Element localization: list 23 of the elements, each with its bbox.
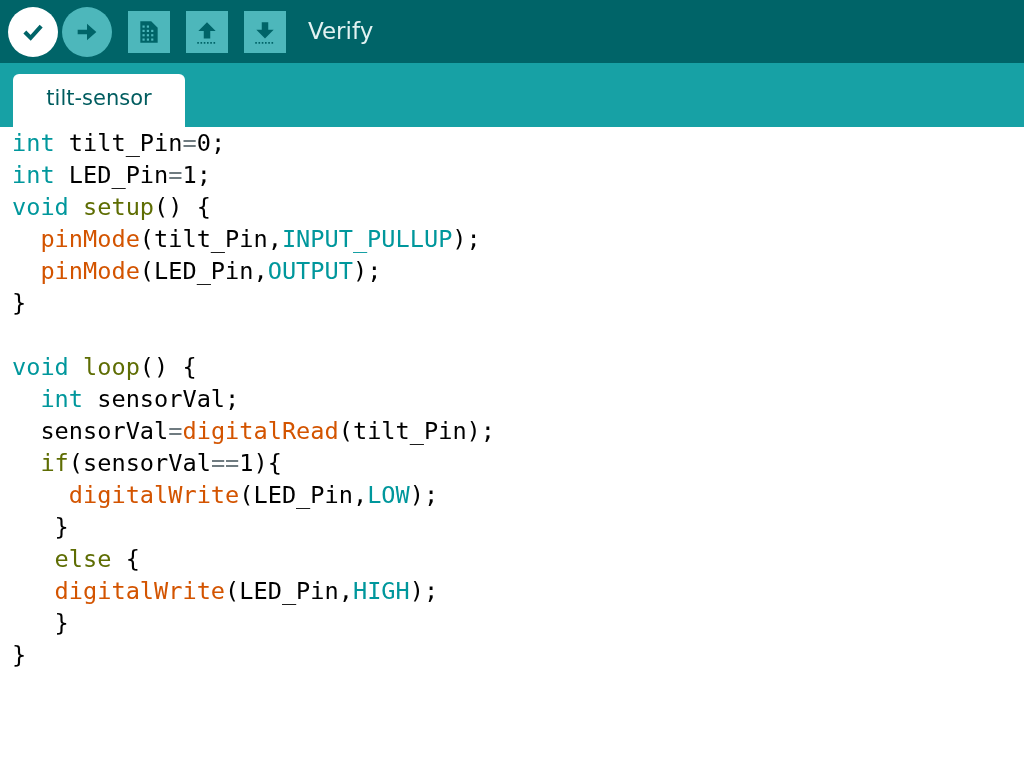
code-line: sensorVal=digitalRead(tilt_Pin); bbox=[39, 416, 495, 447]
code-line: if(sensorVal==1){ bbox=[39, 448, 282, 479]
code-line: else { bbox=[53, 544, 140, 575]
code-line: pinMode(LED_Pin,OUTPUT); bbox=[39, 256, 382, 287]
code-line: int LED_Pin=1; bbox=[12, 160, 211, 191]
upload-button[interactable] bbox=[62, 6, 112, 57]
open-button[interactable] bbox=[186, 10, 228, 53]
code-line: } bbox=[12, 288, 27, 319]
save-button[interactable] bbox=[244, 10, 286, 53]
file-tab[interactable]: tilt-sensor bbox=[13, 74, 185, 127]
code-line: digitalWrite(LED_Pin,HIGH); bbox=[53, 576, 439, 607]
code-line: int tilt_Pin=0; bbox=[12, 128, 226, 159]
new-button[interactable] bbox=[128, 10, 170, 53]
code-line: digitalWrite(LED_Pin,LOW); bbox=[67, 480, 439, 511]
verify-button[interactable] bbox=[8, 6, 58, 57]
code-line: } bbox=[53, 512, 69, 543]
hover-hint: Verify bbox=[308, 17, 374, 47]
code-line: void setup() { bbox=[12, 192, 211, 223]
code-line: pinMode(tilt_Pin,INPUT_PULLUP); bbox=[39, 224, 481, 255]
code-line: int sensorVal; bbox=[39, 384, 240, 415]
code-line: } bbox=[12, 640, 27, 671]
code-line: } bbox=[53, 608, 69, 639]
code-line: void loop() { bbox=[12, 352, 197, 383]
